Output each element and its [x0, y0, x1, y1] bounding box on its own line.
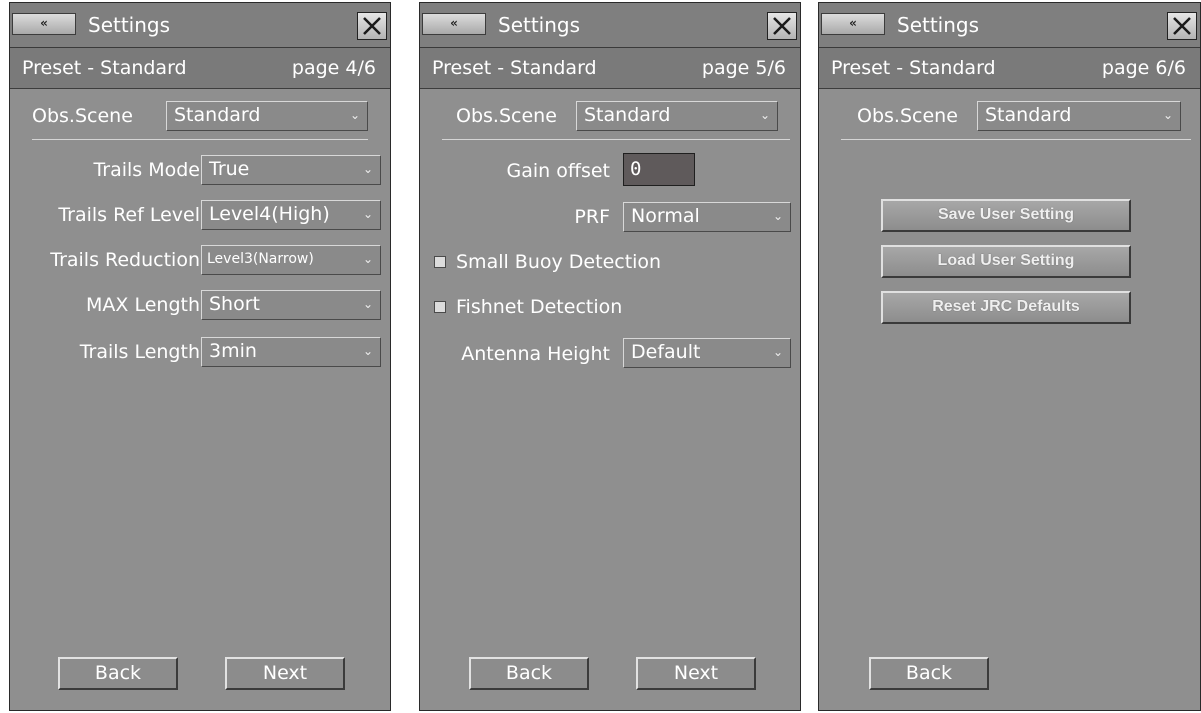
trails-mode-dropdown[interactable]: True ⌄: [201, 155, 381, 185]
trails-ref-level-value: Level4(High): [209, 203, 330, 225]
preset-name: Preset - Standard: [831, 57, 996, 79]
close-icon: [363, 17, 381, 35]
chevron-down-icon: ⌄: [759, 108, 770, 122]
preset-header: Preset - Standard page 6/6: [819, 48, 1200, 89]
window-title: Settings: [897, 13, 980, 37]
obs-scene-label: Obs.Scene: [857, 105, 958, 127]
obs-scene-value: Standard: [174, 104, 261, 126]
collapse-button[interactable]: «: [422, 13, 486, 35]
page-indicator: page 4/6: [291, 57, 376, 79]
settings-panel-page-4: « Settings Preset - Standard page 4/6 Ob…: [9, 2, 391, 711]
title-bar: « Settings: [420, 3, 800, 48]
max-length-dropdown[interactable]: Short ⌄: [201, 290, 381, 320]
gain-offset-label: Gain offset: [506, 160, 610, 182]
chevron-down-icon: ⌄: [349, 108, 360, 122]
trails-reduction-dropdown[interactable]: Level3(Narrow) ⌄: [201, 245, 381, 275]
obs-scene-dropdown[interactable]: Standard ⌄: [166, 101, 368, 131]
trails-mode-label: Trails Mode: [93, 159, 200, 181]
chevron-down-icon: ⌄: [772, 345, 783, 359]
back-button[interactable]: Back: [469, 657, 589, 690]
collapse-button[interactable]: «: [821, 13, 885, 35]
page-indicator: page 5/6: [701, 57, 786, 79]
obs-scene-label: Obs.Scene: [456, 105, 557, 127]
close-icon: [1173, 17, 1191, 35]
separator: [32, 139, 368, 140]
antenna-height-value: Default: [631, 341, 701, 363]
trails-ref-level-dropdown[interactable]: Level4(High) ⌄: [201, 200, 381, 230]
trails-length-value: 3min: [209, 340, 257, 362]
max-length-value: Short: [209, 293, 260, 315]
obs-scene-value: Standard: [985, 104, 1072, 126]
chevron-down-icon: ⌄: [362, 252, 373, 266]
antenna-height-dropdown[interactable]: Default ⌄: [623, 338, 791, 368]
close-button[interactable]: [357, 12, 387, 40]
obs-scene-value: Standard: [584, 104, 671, 126]
antenna-height-label: Antenna Height: [461, 343, 610, 365]
page-indicator: page 6/6: [1101, 57, 1186, 79]
preset-header: Preset - Standard page 5/6: [420, 48, 800, 89]
prf-dropdown[interactable]: Normal ⌄: [623, 202, 791, 232]
title-bar: « Settings: [10, 3, 390, 48]
chevron-down-icon: ⌄: [772, 209, 783, 223]
save-user-setting-button[interactable]: Save User Setting: [881, 199, 1131, 232]
gain-offset-input[interactable]: 0: [623, 153, 695, 186]
close-button[interactable]: [767, 12, 797, 40]
settings-panel-page-6: « Settings Preset - Standard page 6/6 Ob…: [818, 2, 1201, 711]
back-button[interactable]: Back: [58, 657, 178, 690]
trails-length-label: Trails Length: [79, 341, 200, 363]
chevron-down-icon: ⌄: [362, 207, 373, 221]
obs-scene-dropdown[interactable]: Standard ⌄: [977, 101, 1181, 131]
separator: [841, 139, 1191, 140]
double-left-chevron-icon: «: [450, 16, 458, 30]
obs-scene-dropdown[interactable]: Standard ⌄: [576, 101, 778, 131]
separator: [442, 139, 790, 140]
prf-label: PRF: [574, 206, 610, 228]
fishnet-checkbox[interactable]: [434, 301, 446, 313]
preset-name: Preset - Standard: [432, 57, 597, 79]
chevron-down-icon: ⌄: [362, 297, 373, 311]
reset-jrc-defaults-button[interactable]: Reset JRC Defaults: [881, 291, 1131, 324]
next-button[interactable]: Next: [225, 657, 345, 690]
max-length-label: MAX Length: [86, 294, 200, 316]
preset-header: Preset - Standard page 4/6: [10, 48, 390, 89]
chevron-down-icon: ⌄: [362, 162, 373, 176]
load-user-setting-button[interactable]: Load User Setting: [881, 245, 1131, 278]
close-button[interactable]: [1167, 12, 1197, 40]
small-buoy-checkbox[interactable]: [434, 256, 446, 268]
collapse-button[interactable]: «: [12, 13, 76, 35]
next-button[interactable]: Next: [636, 657, 756, 690]
window-title: Settings: [498, 13, 581, 37]
preset-name: Preset - Standard: [22, 57, 187, 79]
trails-mode-value: True: [209, 158, 250, 180]
trails-length-dropdown[interactable]: 3min ⌄: [201, 337, 381, 367]
obs-scene-label: Obs.Scene: [32, 105, 133, 127]
double-left-chevron-icon: «: [849, 16, 857, 30]
double-left-chevron-icon: «: [40, 16, 48, 30]
chevron-down-icon: ⌄: [362, 344, 373, 358]
prf-value: Normal: [631, 205, 700, 227]
fishnet-label: Fishnet Detection: [456, 296, 623, 318]
settings-panel-page-5: « Settings Preset - Standard page 5/6 Ob…: [419, 2, 801, 711]
title-bar: « Settings: [819, 3, 1200, 48]
small-buoy-label: Small Buoy Detection: [456, 251, 662, 273]
trails-reduction-label: Trails Reduction: [50, 249, 200, 271]
close-icon: [773, 17, 791, 35]
trails-ref-level-label: Trails Ref Level: [58, 204, 200, 226]
chevron-down-icon: ⌄: [1162, 108, 1173, 122]
window-title: Settings: [88, 13, 171, 37]
back-button[interactable]: Back: [869, 657, 989, 690]
trails-reduction-value: Level3(Narrow): [207, 251, 314, 267]
